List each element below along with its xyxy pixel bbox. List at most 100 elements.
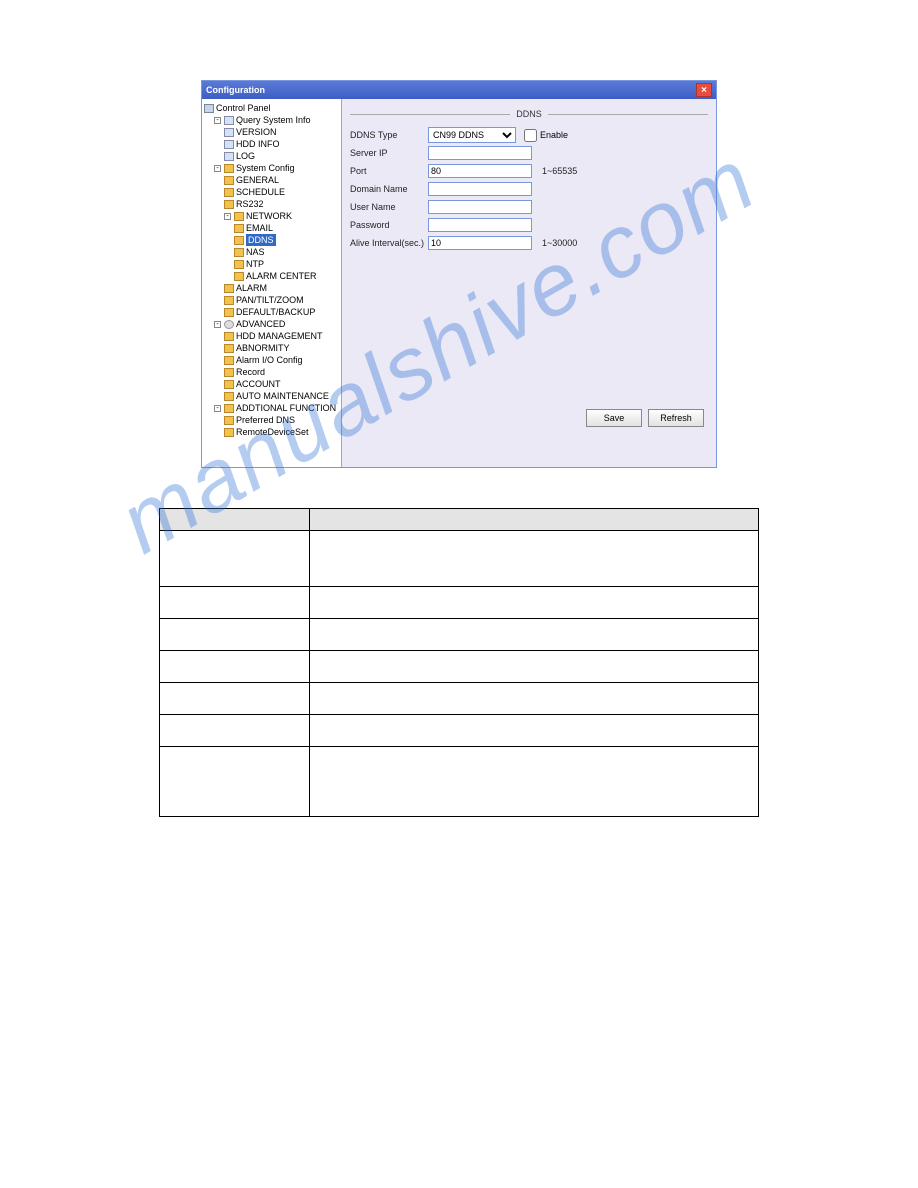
tree-leaf-remotedeviceset[interactable]: RemoteDeviceSet <box>204 426 339 438</box>
ddns-type-label: DDNS Type <box>350 130 428 140</box>
tree-leaf-general[interactable]: GENERAL <box>204 174 339 186</box>
folder-icon <box>224 188 234 197</box>
tree-node-query[interactable]: -Query System Info <box>204 114 339 126</box>
server-ip-input[interactable] <box>428 146 532 160</box>
folder-icon <box>224 344 234 353</box>
folder-icon <box>224 296 234 305</box>
tree-root[interactable]: Control Panel <box>204 102 339 114</box>
window-title: Configuration <box>206 85 265 95</box>
tree-node-network[interactable]: -NETWORK <box>204 210 339 222</box>
tree-label: ALARM <box>236 282 267 294</box>
table-cell-func <box>310 587 759 619</box>
folder-icon <box>224 164 234 173</box>
tree-leaf-ptz[interactable]: PAN/TILT/ZOOM <box>204 294 339 306</box>
tree-label: EMAIL <box>246 222 273 234</box>
folder-icon <box>234 236 244 245</box>
tree-leaf-log[interactable]: LOG <box>204 150 339 162</box>
tree-leaf-hddinfo[interactable]: HDD INFO <box>204 138 339 150</box>
user-name-input[interactable] <box>428 200 532 214</box>
table-cell-param <box>160 747 310 817</box>
table-row <box>160 747 759 817</box>
tree-label: ACCOUNT <box>236 378 281 390</box>
page-icon <box>224 152 234 161</box>
tree-label: GENERAL <box>236 174 279 186</box>
tree-label: PAN/TILT/ZOOM <box>236 294 304 306</box>
table-row <box>160 587 759 619</box>
alive-range-hint: 1~30000 <box>542 238 577 248</box>
alive-interval-input[interactable] <box>428 236 532 250</box>
close-icon: × <box>701 85 707 96</box>
tree-leaf-defaultbackup[interactable]: DEFAULT/BACKUP <box>204 306 339 318</box>
tree-leaf-alarmcenter[interactable]: ALARM CENTER <box>204 270 339 282</box>
tree-leaf-alarmio[interactable]: Alarm I/O Config <box>204 354 339 366</box>
tree-label: Control Panel <box>216 102 271 114</box>
enable-label: Enable <box>540 130 568 140</box>
table-cell-func <box>310 531 759 587</box>
password-input[interactable] <box>428 218 532 232</box>
tree-leaf-nas[interactable]: NAS <box>204 246 339 258</box>
folder-icon <box>224 368 234 377</box>
folder-icon <box>234 224 244 233</box>
table-cell-param <box>160 683 310 715</box>
tree-leaf-ntp[interactable]: NTP <box>204 258 339 270</box>
domain-name-label: Domain Name <box>350 184 428 194</box>
tree-leaf-automaint[interactable]: AUTO MAINTENANCE <box>204 390 339 402</box>
table-cell-param <box>160 619 310 651</box>
table-header-param <box>160 509 310 531</box>
tree-leaf-rs232[interactable]: RS232 <box>204 198 339 210</box>
tree-label: SCHEDULE <box>236 186 285 198</box>
refresh-button[interactable]: Refresh <box>648 409 704 427</box>
tree-label: NETWORK <box>246 210 292 222</box>
table-cell-func <box>310 715 759 747</box>
folder-icon <box>234 212 244 221</box>
tree-label: AUTO MAINTENANCE <box>236 390 329 402</box>
section-title: DDNS <box>510 109 548 119</box>
tree-label: Preferred DNS <box>236 414 295 426</box>
folder-icon <box>224 332 234 341</box>
tree-label: ALARM CENTER <box>246 270 317 282</box>
tree-label: RemoteDeviceSet <box>236 426 309 438</box>
table-row <box>160 683 759 715</box>
alive-interval-label: Alive Interval(sec.) <box>350 238 428 248</box>
tree-leaf-abnormity[interactable]: ABNORMITY <box>204 342 339 354</box>
tree-leaf-preferred-dns[interactable]: Preferred DNS <box>204 414 339 426</box>
folder-icon <box>224 380 234 389</box>
tree-leaf-version[interactable]: VERSION <box>204 126 339 138</box>
password-label: Password <box>350 220 428 230</box>
tree-leaf-schedule[interactable]: SCHEDULE <box>204 186 339 198</box>
tree-leaf-email[interactable]: EMAIL <box>204 222 339 234</box>
table-cell-param <box>160 651 310 683</box>
table-header-func <box>310 509 759 531</box>
tree-label: LOG <box>236 150 255 162</box>
expand-icon: - <box>214 405 221 412</box>
ddns-type-select[interactable]: CN99 DDNS <box>428 127 516 143</box>
save-button[interactable]: Save <box>586 409 642 427</box>
close-button[interactable]: × <box>696 83 712 97</box>
button-bar: Save Refresh <box>586 409 704 427</box>
domain-name-input[interactable] <box>428 182 532 196</box>
enable-checkbox[interactable] <box>524 129 537 142</box>
tree-node-additional[interactable]: -ADDTIONAL FUNCTION <box>204 402 339 414</box>
tree-node-advanced[interactable]: -ADVANCED <box>204 318 339 330</box>
expand-icon: - <box>214 165 221 172</box>
tree-leaf-record[interactable]: Record <box>204 366 339 378</box>
tree-label: HDD INFO <box>236 138 280 150</box>
section-header: DDNS <box>350 109 708 119</box>
parameter-table <box>159 508 759 817</box>
folder-icon <box>224 404 234 413</box>
table-row <box>160 619 759 651</box>
tree-label: ABNORMITY <box>236 342 290 354</box>
tree-leaf-hddmgmt[interactable]: HDD MANAGEMENT <box>204 330 339 342</box>
tree-leaf-ddns[interactable]: DDNS <box>204 234 339 246</box>
tree-label: Alarm I/O Config <box>236 354 303 366</box>
tree-leaf-alarm[interactable]: ALARM <box>204 282 339 294</box>
table-cell-func <box>310 619 759 651</box>
tree-node-sysconfig[interactable]: -System Config <box>204 162 339 174</box>
tree-leaf-account[interactable]: ACCOUNT <box>204 378 339 390</box>
window-titlebar: Configuration × <box>202 81 716 99</box>
folder-icon <box>234 272 244 281</box>
folder-icon <box>224 392 234 401</box>
tree-label: Query System Info <box>236 114 311 126</box>
port-input[interactable] <box>428 164 532 178</box>
panel-icon <box>204 104 214 113</box>
